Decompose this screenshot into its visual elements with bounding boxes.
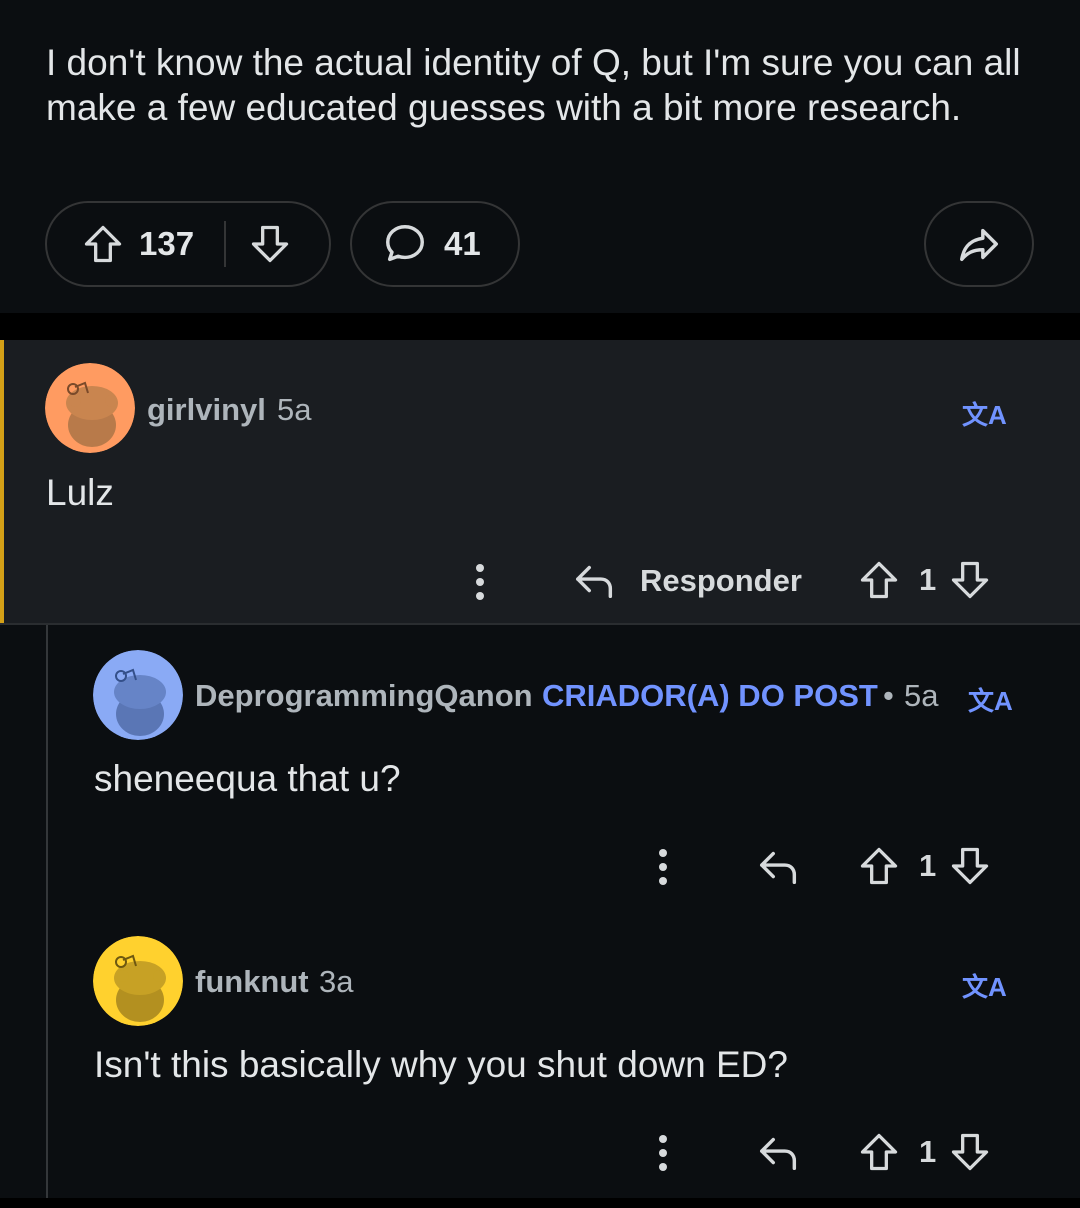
thread-line[interactable]	[46, 625, 48, 1198]
vote-bar: 137	[45, 201, 331, 287]
more-options-icon[interactable]	[470, 562, 490, 602]
avatar[interactable]	[45, 363, 135, 453]
downvote-icon[interactable]	[248, 222, 292, 266]
vote-count: 1	[919, 562, 937, 597]
upvote-icon[interactable]	[857, 1130, 901, 1174]
translate-icon[interactable]: 文A	[962, 395, 1007, 432]
upvote-count: 137	[139, 225, 195, 262]
timestamp: 3a	[319, 964, 354, 999]
vote-controls: 1	[857, 1130, 992, 1174]
separator-dot: •	[883, 678, 894, 713]
share-icon	[956, 221, 1002, 267]
vote-count: 1	[919, 848, 937, 883]
comment-text: Lulz	[46, 472, 114, 513]
downvote-icon[interactable]	[948, 558, 992, 602]
op-badge: CRIADOR(A) DO POST	[542, 678, 878, 713]
timestamp: 5a	[277, 392, 312, 427]
username[interactable]: DeprogrammingQanon	[195, 678, 533, 714]
translate-icon[interactable]: 文A	[962, 967, 1007, 1004]
comment-bubble-icon	[382, 221, 428, 267]
timestamp: 5a	[904, 678, 939, 713]
upvote-icon[interactable]	[81, 222, 125, 266]
avatar[interactable]	[93, 650, 183, 740]
comment-count: 41	[444, 225, 481, 262]
thread-highlight-bar	[0, 340, 4, 623]
username[interactable]: funknut	[195, 964, 309, 1000]
comment-text: Isn't this basically why you shut down E…	[94, 1044, 788, 1085]
post-body: I don't know the actual identity of Q, b…	[46, 42, 1021, 128]
bottom-edge	[0, 1198, 1080, 1208]
reply-icon[interactable]	[756, 844, 802, 890]
upvote-icon[interactable]	[857, 558, 901, 602]
downvote-icon[interactable]	[948, 844, 992, 888]
comments-button[interactable]: 41	[350, 201, 520, 287]
reply-label: Responder	[640, 563, 802, 598]
translate-icon[interactable]: 文A	[968, 681, 1013, 718]
share-button[interactable]	[924, 201, 1034, 287]
vote-divider	[224, 221, 227, 267]
reply-button[interactable]: Responder	[572, 558, 802, 604]
avatar[interactable]	[93, 936, 183, 1026]
upvote-icon[interactable]	[857, 844, 901, 888]
vote-controls: 1	[857, 844, 992, 888]
post-card: I don't know the actual identity of Q, b…	[0, 0, 1080, 313]
vote-count: 1	[919, 1134, 937, 1169]
comment-text: sheneequa that u?	[94, 758, 401, 799]
reply-icon[interactable]	[756, 1130, 802, 1176]
comment-girlvinyl: girlvinyl 5a 文A Lulz Responder 1	[0, 340, 1080, 623]
username[interactable]: girlvinyl	[147, 392, 266, 428]
more-options-icon[interactable]	[653, 847, 673, 887]
more-options-icon[interactable]	[653, 1133, 673, 1173]
reply-icon	[576, 565, 613, 599]
downvote-icon[interactable]	[948, 1130, 992, 1174]
vote-controls: 1	[857, 558, 992, 602]
